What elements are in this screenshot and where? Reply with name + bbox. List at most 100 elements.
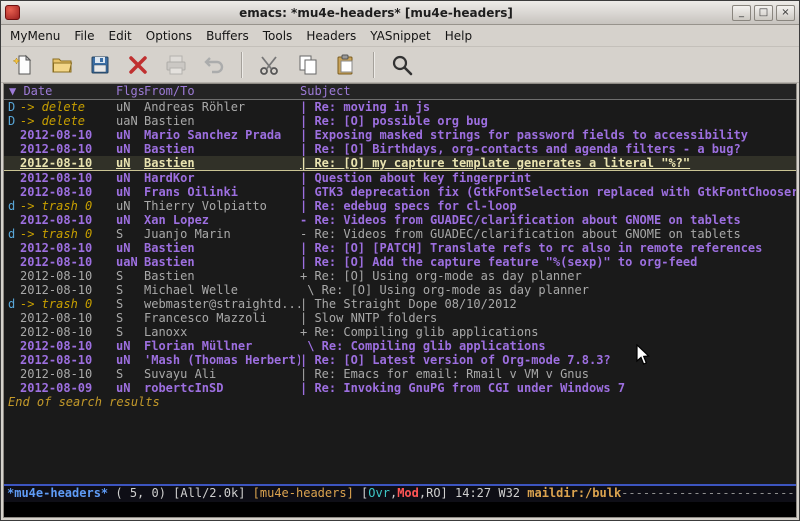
minibuffer[interactable] [4, 502, 796, 517]
menu-yasnippet[interactable]: YASnippet [363, 26, 438, 46]
message-flags: uaN [114, 255, 141, 269]
message-date: -> trash 0 [18, 297, 114, 311]
message-row[interactable]: 2012-08-09uNrobertcInSD| Re: Invoking Gn… [4, 381, 796, 395]
message-date: 2012-08-10 [18, 353, 114, 367]
column-header-date[interactable]: ▼ Date [4, 84, 114, 99]
column-header-subject[interactable]: Subject [300, 84, 796, 99]
menu-headers[interactable]: Headers [299, 26, 363, 46]
message-row[interactable]: 2012-08-10uNMario Sanchez Prada| Exposin… [4, 128, 796, 142]
message-from: Bastien [141, 241, 300, 255]
menu-tools[interactable]: Tools [256, 26, 300, 46]
message-row[interactable]: 2012-08-10SBastien+ Re: [O] Using org-mo… [4, 269, 796, 283]
message-row[interactable]: 2012-08-10uNFrans Oilinki| GTK3 deprecat… [4, 185, 796, 199]
sort-indicator-icon: ▼ [9, 84, 23, 98]
message-row[interactable]: 2012-08-10uNBastien| Re: [O] [PATCH] Tra… [4, 241, 796, 255]
cut-icon[interactable] [255, 51, 285, 79]
message-mark [4, 353, 18, 367]
message-mark: D [4, 114, 18, 128]
menu-mymenu[interactable]: MyMenu [3, 26, 67, 46]
message-date: 2012-08-10 [18, 269, 114, 283]
message-flags: S [114, 283, 141, 297]
message-subject: - Re: Videos from GUADEC/clarification a… [300, 213, 796, 227]
message-row[interactable]: 2012-08-10uNHardKor| Question about key … [4, 171, 796, 185]
message-row[interactable]: 2012-08-10uNFlorian Müllner \ Re: Compil… [4, 339, 796, 353]
message-row[interactable]: d-> trash 0uNThierry Volpiatto| Re: edeb… [4, 199, 796, 213]
message-subject: | Re: [O] my capture template generates … [300, 156, 796, 170]
message-row[interactable]: 2012-08-10SFrancesco Mazzoli| Slow NNTP … [4, 311, 796, 325]
message-flags: uN [114, 241, 141, 255]
menu-options[interactable]: Options [139, 26, 199, 46]
modeline-segment-name: *mu4e-headers* [7, 486, 108, 500]
search-icon[interactable] [387, 51, 417, 79]
message-flags: S [114, 325, 141, 339]
message-row[interactable]: 2012-08-10uNXan Lopez- Re: Videos from G… [4, 213, 796, 227]
message-from: Suvayu Ali [141, 367, 300, 381]
message-subject: | Re: [O] Add the capture feature "%(sex… [300, 255, 796, 269]
message-date: -> trash 0 [18, 227, 114, 241]
message-row[interactable]: d-> trash 0SJuanjo Marin- Re: Videos fro… [4, 227, 796, 241]
message-row[interactable]: 2012-08-10SLanoxx+ Re: Compiling glib ap… [4, 325, 796, 339]
save-icon[interactable] [85, 51, 115, 79]
toolbar-separator [373, 52, 375, 78]
message-row[interactable]: 2012-08-10uNBastien| Re: [O] my capture … [4, 156, 796, 171]
message-date: 2012-08-10 [18, 367, 114, 381]
minimize-button[interactable]: _ [732, 5, 751, 21]
message-list: D-> deleteuNAndreas Röhler| Re: moving i… [4, 100, 796, 395]
message-mark [4, 128, 18, 142]
paste-icon[interactable] [331, 51, 361, 79]
close-button[interactable]: × [776, 5, 795, 21]
message-row[interactable]: 2012-08-10SMichael Welle \ Re: [O] Using… [4, 283, 796, 297]
message-from: Bastien [141, 156, 300, 170]
titlebar[interactable]: emacs: *mu4e-headers* [mu4e-headers] _□× [1, 1, 799, 25]
message-from: Bastien [141, 255, 300, 269]
message-row[interactable]: 2012-08-10uNBastien| Re: [O] Birthdays, … [4, 142, 796, 156]
message-subject: | Re: Emacs for email: Rmail v VM v Gnus [300, 367, 796, 381]
message-subject: | Re: Invoking GnuPG from CGI under Wind… [300, 381, 796, 395]
menu-help[interactable]: Help [438, 26, 479, 46]
message-flags: S [114, 297, 141, 311]
menu-buffers[interactable]: Buffers [199, 26, 256, 46]
copy-icon[interactable] [293, 51, 323, 79]
message-row[interactable]: D-> deleteuaNBastien| Re: [O] possible o… [4, 114, 796, 128]
menu-edit[interactable]: Edit [102, 26, 139, 46]
modeline-segment-plain: 14:27 W32 [455, 486, 527, 500]
column-header-flags[interactable]: Flgs [114, 84, 141, 99]
message-row[interactable]: d-> trash 0Swebmaster@straightd...| The … [4, 297, 796, 311]
message-mark: d [4, 199, 18, 213]
column-header-from[interactable]: From/To [141, 84, 300, 99]
modeline-segment-mode: [mu4e-headers] [253, 486, 354, 500]
message-date: 2012-08-10 [18, 339, 114, 353]
message-flags: S [114, 269, 141, 283]
message-subject: | Slow NNTP folders [300, 311, 796, 325]
maximize-button[interactable]: □ [754, 5, 773, 21]
message-row[interactable]: 2012-08-10uaNBastien| Re: [O] Add the ca… [4, 255, 796, 269]
modeline-segment-folder: maildir:/bulk [527, 486, 621, 500]
message-row[interactable]: 2012-08-10SSuvayu Ali| Re: Emacs for ema… [4, 367, 796, 381]
message-row[interactable]: D-> deleteuNAndreas Röhler| Re: moving i… [4, 100, 796, 114]
menu-file[interactable]: File [67, 26, 101, 46]
message-date: 2012-08-10 [18, 128, 114, 142]
message-date: -> delete [18, 100, 114, 114]
message-from: Xan Lopez [141, 213, 300, 227]
message-date: -> trash 0 [18, 199, 114, 213]
open-folder-icon[interactable] [47, 51, 77, 79]
header-line: ▼ Date Flgs From/To Subject [4, 84, 796, 100]
message-row[interactable]: 2012-08-10uN'Mash (Thomas Herbert)| Re: … [4, 353, 796, 367]
message-flags: uN [114, 100, 141, 114]
message-date: -> delete [18, 114, 114, 128]
message-mark [4, 213, 18, 227]
window-buttons: _□× [732, 5, 795, 21]
message-flags: uN [114, 381, 141, 395]
mode-line[interactable]: *mu4e-headers* ( 5, 0) [All/2.0k] [mu4e-… [4, 484, 796, 502]
new-file-icon[interactable] [9, 51, 39, 79]
message-date: 2012-08-10 [18, 311, 114, 325]
message-from: Andreas Röhler [141, 100, 300, 114]
message-subject: + Re: Compiling glib applications [300, 325, 796, 339]
modeline-segment-dashes: ----------------------------------------… [621, 486, 796, 500]
close-icon[interactable] [123, 51, 153, 79]
message-flags: uN [114, 213, 141, 227]
message-subject: | Re: edebug specs for cl-loop [300, 199, 796, 213]
message-flags: S [114, 227, 141, 241]
message-date: 2012-08-10 [18, 325, 114, 339]
toolbar [1, 47, 799, 83]
